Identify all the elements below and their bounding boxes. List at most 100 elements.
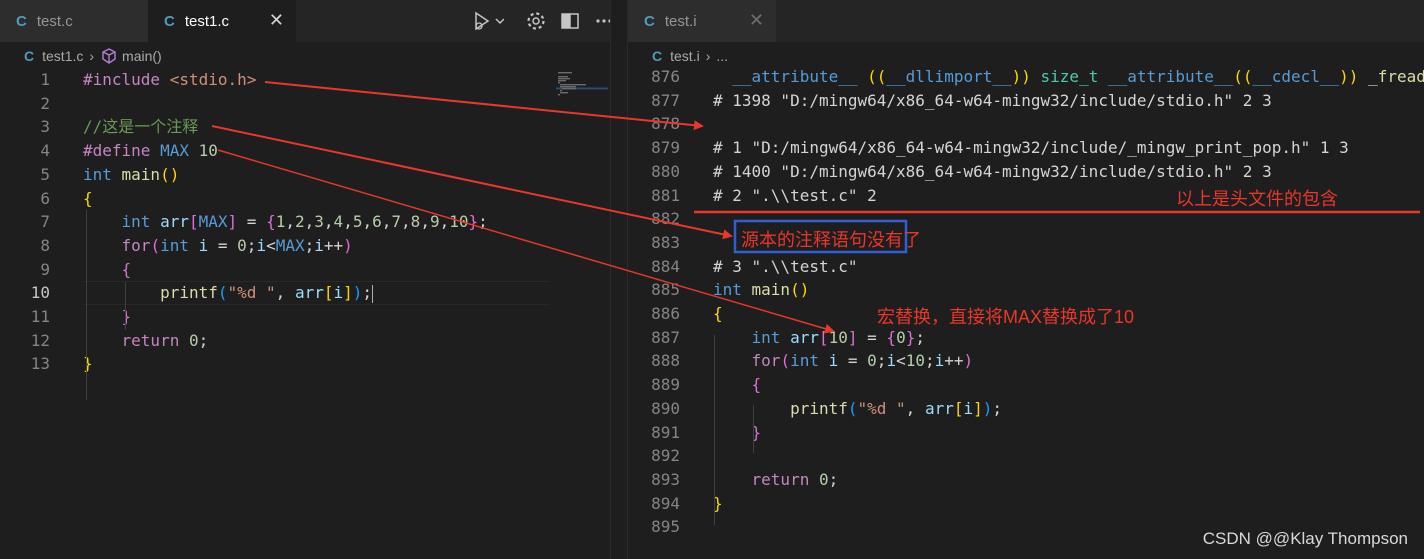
- code-line[interactable]: 5 int main(): [0, 163, 610, 187]
- code-token: for: [751, 351, 781, 371]
- code-token: =: [237, 212, 267, 232]
- line-number: 12: [30, 330, 50, 350]
- code-text: # 1 "D:/mingw64/x86_64-w64-mingw32/inclu…: [713, 136, 1349, 160]
- code-line[interactable]: 892: [628, 444, 1424, 468]
- code-line[interactable]: 891 }: [628, 421, 1424, 445]
- code-token: ;: [876, 351, 887, 371]
- code-text: # 2 ".\\test.c" 2: [713, 184, 877, 208]
- code-token: 0: [237, 235, 247, 255]
- code-token: ,: [362, 212, 373, 232]
- code-token: ,: [905, 398, 925, 418]
- code-line[interactable]: 888 for(int i = 0;i<10;i++): [628, 349, 1424, 373]
- code-token: {: [886, 327, 897, 347]
- code-line[interactable]: 890 printf("%d ", arr[i]);: [628, 397, 1424, 421]
- code-text: #define MAX 10: [83, 139, 218, 163]
- code-token: ]: [227, 212, 238, 232]
- code-text: int main(): [83, 163, 179, 187]
- tab-test1-c[interactable]: C test1.c ✕: [148, 0, 296, 42]
- code-token: "%d ": [227, 283, 276, 303]
- line-number: 9: [40, 259, 50, 279]
- code-token: 4: [333, 212, 344, 232]
- code-token: i: [314, 235, 324, 255]
- code-token: ): [352, 283, 363, 303]
- breadcrumb-file[interactable]: test1.c: [42, 48, 83, 64]
- code-line[interactable]: 9 {: [0, 258, 610, 282]
- line-number: 6: [40, 188, 50, 208]
- code-line[interactable]: 885 int main(): [628, 278, 1424, 302]
- code-token: ,: [275, 283, 295, 303]
- code-text: printf("%d ", arr[i]);: [83, 281, 374, 305]
- line-number: 885: [651, 280, 680, 300]
- tab-test-i[interactable]: C test.i ✕: [628, 0, 776, 42]
- line-number: 5: [40, 164, 50, 184]
- left-code-area[interactable]: 1 #include <stdio.h> 2 3//这是一个注释 4 #define MA…: [0, 68, 610, 559]
- editor-group-divider[interactable]: [610, 0, 628, 559]
- code-line[interactable]: 4 #define MAX 10: [0, 139, 610, 163]
- c-file-icon: C: [652, 48, 663, 64]
- code-token: <: [896, 351, 906, 371]
- code-token: 9: [429, 212, 440, 232]
- code-line[interactable]: 13}: [0, 352, 610, 376]
- code-token: (: [847, 398, 858, 418]
- line-number: 8: [40, 235, 50, 255]
- code-line[interactable]: 880 # 1400 "D:/mingw64/x86_64-w64-mingw32…: [628, 160, 1424, 184]
- code-line[interactable]: 12 return 0;: [0, 329, 610, 353]
- code-token: 6: [372, 212, 382, 232]
- gear-icon[interactable]: [524, 9, 554, 33]
- code-line[interactable]: 1 #include <stdio.h>: [0, 68, 610, 92]
- line-number: 10: [30, 283, 50, 303]
- line-number: 1: [40, 70, 50, 89]
- c-file-icon: C: [644, 12, 655, 30]
- code-token: ,: [304, 212, 315, 232]
- code-line[interactable]: 889 {: [628, 373, 1424, 397]
- tab-test-c[interactable]: C test.c: [0, 0, 148, 42]
- code-token: i: [198, 235, 209, 255]
- code-line[interactable]: 878: [628, 112, 1424, 136]
- code-token: __dllimport__: [886, 67, 1012, 86]
- code-token: arr: [790, 327, 819, 347]
- code-line[interactable]: 3 //这是一个注释: [0, 115, 610, 139]
- code-text: {: [83, 258, 132, 282]
- close-icon[interactable]: ✕: [749, 10, 764, 31]
- code-line[interactable]: 887 int arr[10] = {0};: [628, 326, 1424, 350]
- code-token: ;: [924, 351, 935, 371]
- code-line[interactable]: 2: [0, 92, 610, 116]
- code-line[interactable]: 876 __attribute__ ((__dllimport__)) size…: [628, 65, 1424, 89]
- code-line[interactable]: 6{: [0, 187, 610, 211]
- code-line[interactable]: 884 # 3 ".\\test.c": [628, 255, 1424, 279]
- code-token: MAX: [198, 212, 228, 232]
- minimap[interactable]: [556, 70, 608, 100]
- code-token: {: [713, 304, 723, 323]
- code-line[interactable]: 8 for(int i = 0;i<MAX;i++): [0, 234, 610, 258]
- code-token: )): [1339, 67, 1359, 86]
- run-debug-icon[interactable]: [470, 9, 505, 33]
- breadcrumb-rest[interactable]: ...: [716, 48, 728, 64]
- line-number: 895: [651, 517, 680, 537]
- left-tab-bar: C test.c C test1.c ✕: [0, 0, 610, 42]
- code-token: 0: [818, 469, 829, 489]
- indent-guide: [86, 210, 87, 400]
- code-line[interactable]: 893 return 0;: [628, 468, 1424, 492]
- breadcrumb-file[interactable]: test.i: [670, 48, 700, 64]
- code-token: =: [838, 351, 868, 371]
- code-token: ): [963, 351, 974, 371]
- code-line[interactable]: 879 # 1 "D:/mingw64/x86_64-w64-mingw32/in…: [628, 136, 1424, 160]
- code-line[interactable]: 11 }: [0, 305, 610, 329]
- code-line[interactable]: 894}: [628, 492, 1424, 516]
- breadcrumb-symbol[interactable]: main(): [122, 48, 162, 64]
- code-line[interactable]: 7 int arr[MAX] = {1,2,3,4,5,6,7,8,9,10};: [0, 210, 610, 234]
- line-number: 892: [651, 446, 680, 466]
- code-line[interactable]: 10 printf("%d ", arr[i]);: [0, 281, 610, 305]
- annotation-macro-replace: 宏替换，直接将MAX替换成了10: [877, 307, 1135, 327]
- chevron-right-icon: ›: [89, 48, 95, 64]
- more-actions-icon[interactable]: [592, 9, 610, 33]
- code-line[interactable]: 877 # 1398 "D:/mingw64/x86_64-w64-mingw32…: [628, 89, 1424, 113]
- code-token: 8: [410, 212, 421, 232]
- code-token: }: [468, 212, 479, 232]
- line-number: 13: [30, 354, 50, 374]
- split-editor-icon[interactable]: [558, 9, 588, 33]
- code-token: ;: [198, 330, 209, 350]
- close-icon[interactable]: ✕: [269, 10, 284, 31]
- line-number: 2: [40, 93, 50, 113]
